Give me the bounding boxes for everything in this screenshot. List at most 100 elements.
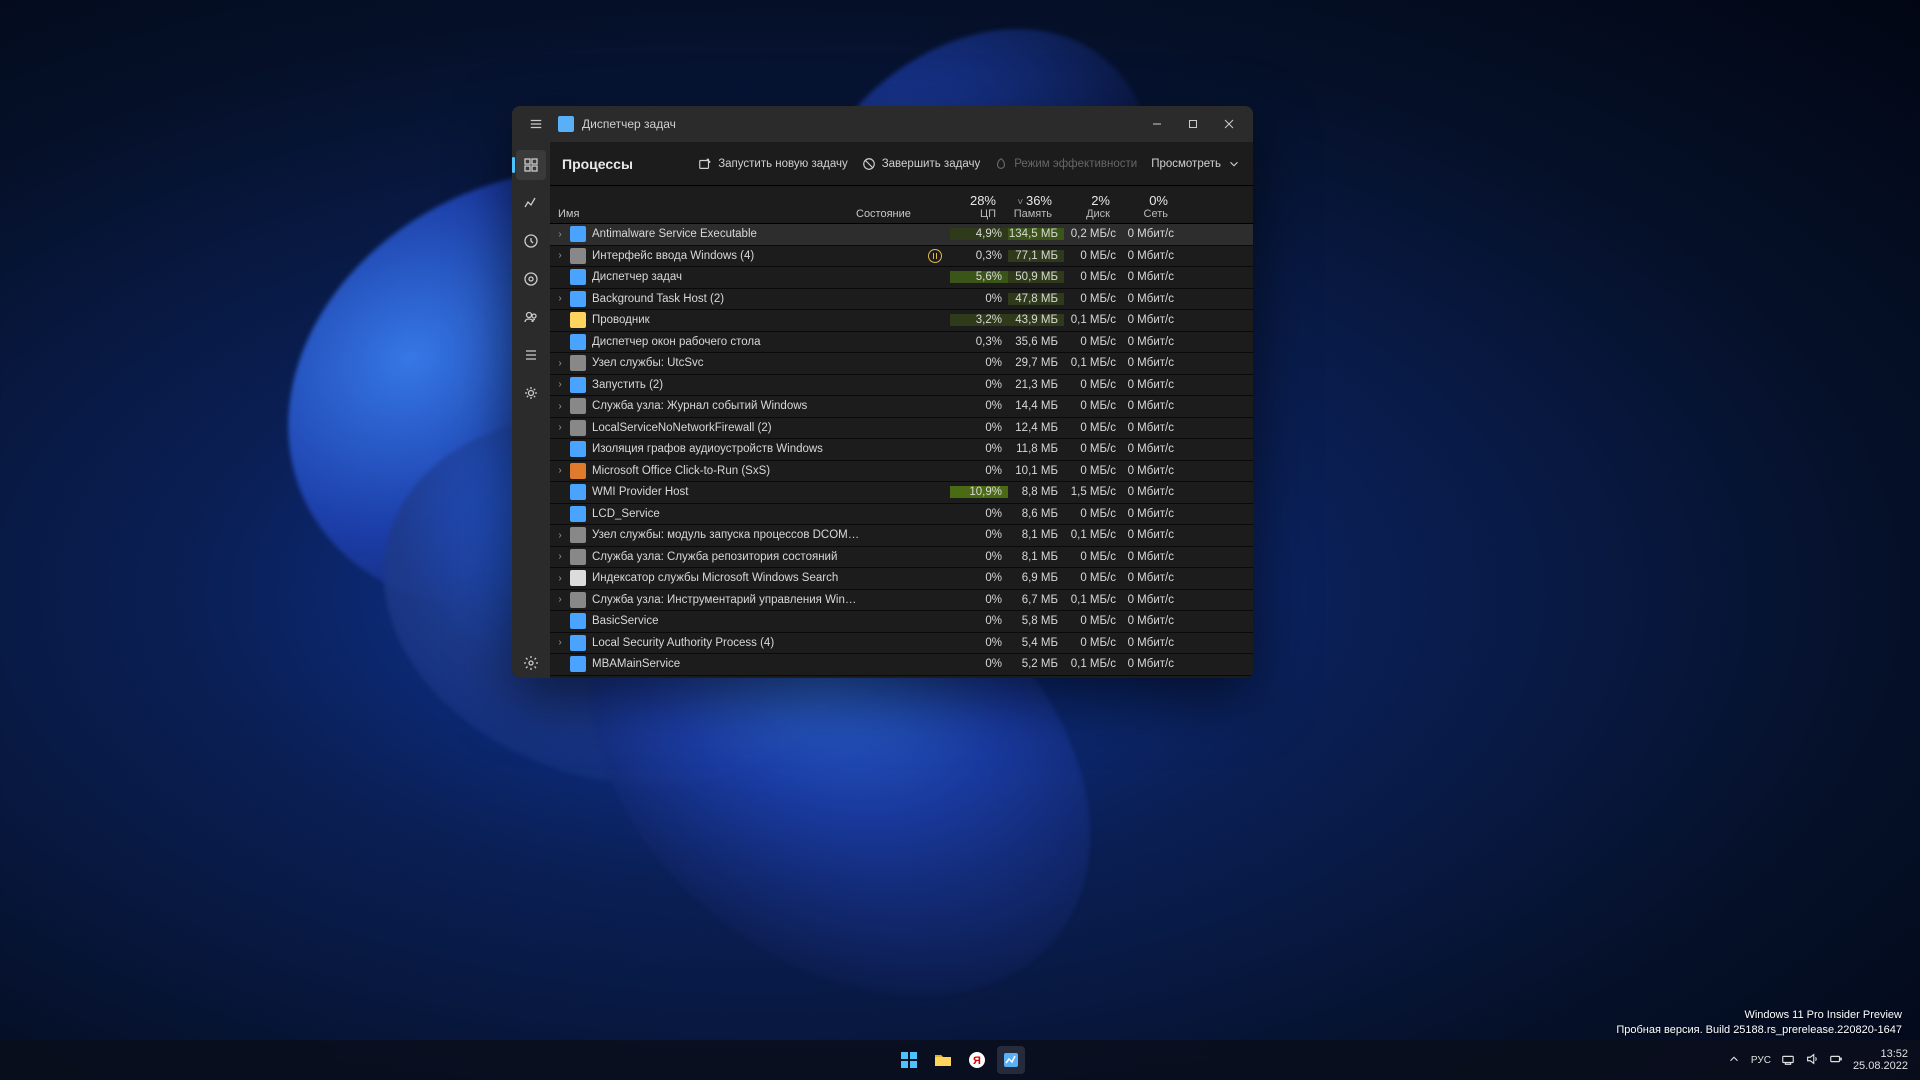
process-row[interactable]: Проводник3,2%43,9 МБ0,1 МБ/с0 Мбит/с (550, 310, 1253, 332)
titlebar[interactable]: Диспетчер задач (512, 106, 1253, 142)
process-name: Диспетчер окон рабочего стола (592, 336, 862, 348)
process-row[interactable]: ›Local Security Authority Process (4)0%5… (550, 633, 1253, 655)
process-name: Изоляция графов аудиоустройств Windows (592, 443, 862, 455)
tray-overflow-button[interactable] (1727, 1052, 1741, 1069)
toolbar: Процессы Запустить новую задачу Завершит… (550, 142, 1253, 186)
process-mem: 6,7 МБ (1008, 594, 1064, 606)
sidebar-services[interactable] (516, 378, 546, 408)
process-row[interactable]: ›Запустить (2)0%21,3 МБ0 МБ/с0 Мбит/с (550, 375, 1253, 397)
process-name: Узел службы: модуль запуска процессов DC… (592, 529, 862, 541)
end-task-button[interactable]: Завершить задачу (862, 157, 980, 171)
process-row[interactable]: ›Antimalware Service Executable4,9%134,5… (550, 224, 1253, 246)
hamburger-menu-button[interactable] (522, 110, 550, 138)
process-row[interactable]: LCD_Service0%8,6 МБ0 МБ/с0 Мбит/с (550, 504, 1253, 526)
sidebar-performance[interactable] (516, 188, 546, 218)
yandex-taskbar-icon[interactable]: Я (963, 1046, 991, 1074)
expand-chevron[interactable]: › (550, 573, 570, 584)
col-disk-header[interactable]: 2%Диск (1058, 194, 1116, 220)
expand-chevron[interactable]: › (550, 465, 570, 476)
process-icon (570, 570, 586, 586)
process-icon (570, 656, 586, 672)
minimize-button[interactable] (1139, 110, 1175, 138)
process-row[interactable]: ›Microsoft Office Click-to-Run (SxS)0%10… (550, 461, 1253, 483)
expand-chevron[interactable]: › (550, 293, 570, 304)
process-icon (570, 269, 586, 285)
process-row[interactable]: ›Индексатор службы Microsoft Windows Sea… (550, 568, 1253, 590)
col-status-header[interactable]: Состояние (856, 208, 944, 220)
sidebar-app-history[interactable] (516, 226, 546, 256)
sidebar-users[interactable] (516, 302, 546, 332)
clock[interactable]: 13:52 25.08.2022 (1853, 1048, 1908, 1072)
process-disk: 0 МБ/с (1064, 250, 1122, 262)
expand-chevron[interactable]: › (550, 379, 570, 390)
expand-chevron[interactable]: › (550, 594, 570, 605)
process-net: 0 Мбит/с (1122, 465, 1180, 477)
process-row[interactable]: ›Background Task Host (2)0%47,8 МБ0 МБ/с… (550, 289, 1253, 311)
process-name: Интерфейс ввода Windows (4) (592, 250, 862, 262)
process-cpu: 0,3% (950, 250, 1008, 262)
process-icon (570, 441, 586, 457)
process-row[interactable]: WMI Provider Host10,9%8,8 МБ1,5 МБ/с0 Мб… (550, 482, 1253, 504)
close-button[interactable] (1211, 110, 1247, 138)
language-indicator[interactable]: РУС (1751, 1055, 1771, 1066)
process-row[interactable]: Изоляция графов аудиоустройств Windows0%… (550, 439, 1253, 461)
expand-chevron[interactable]: › (550, 637, 570, 648)
process-cpu: 3,2% (950, 314, 1008, 326)
sidebar-processes[interactable] (516, 150, 546, 180)
expand-chevron[interactable]: › (550, 358, 570, 369)
clock-date: 25.08.2022 (1853, 1060, 1908, 1072)
process-row[interactable]: Диспетчер окон рабочего стола0,3%35,6 МБ… (550, 332, 1253, 354)
process-icon (570, 312, 586, 328)
desktop-watermark: Windows 11 Pro Insider Preview Пробная в… (1616, 1008, 1902, 1038)
taskbar[interactable]: Я РУС 13:52 25.08.2022 (0, 1040, 1920, 1080)
process-row[interactable]: BasicService0%5,8 МБ0 МБ/с0 Мбит/с (550, 611, 1253, 633)
col-net-header[interactable]: 0%Сеть (1116, 194, 1174, 220)
process-row[interactable]: Диспетчер задач5,6%50,9 МБ0 МБ/с0 Мбит/с (550, 267, 1253, 289)
start-button[interactable] (895, 1046, 923, 1074)
network-icon[interactable] (1781, 1052, 1795, 1069)
process-cpu: 4,9% (950, 228, 1008, 240)
process-row[interactable]: ›LocalServiceNoNetworkFirewall (2)0%12,4… (550, 418, 1253, 440)
process-row[interactable]: ›Служба узла: Журнал событий Windows0%14… (550, 396, 1253, 418)
process-row[interactable]: MBAMainService0%5,2 МБ0,1 МБ/с0 Мбит/с (550, 654, 1253, 676)
process-row[interactable]: ›Интерфейс ввода Windows (4)0,3%77,1 МБ0… (550, 246, 1253, 268)
process-net: 0 Мбит/с (1122, 293, 1180, 305)
process-rows[interactable]: ›Antimalware Service Executable4,9%134,5… (550, 224, 1253, 678)
col-mem-header[interactable]: 36%Память (1002, 194, 1058, 220)
process-row[interactable]: › Узел службы: модуль запуска процессов D… (550, 525, 1253, 547)
view-label: Просмотреть (1151, 158, 1221, 170)
expand-chevron[interactable]: › (550, 530, 570, 541)
efficiency-label: Режим эффективности (1014, 158, 1137, 170)
sidebar-startup[interactable] (516, 264, 546, 294)
process-row[interactable]: ›Служба узла: Инструментарий управления … (550, 590, 1253, 612)
view-menu-button[interactable]: Просмотреть (1151, 157, 1241, 171)
maximize-button[interactable] (1175, 110, 1211, 138)
process-name: Background Task Host (2) (592, 293, 862, 305)
process-mem: 29,7 МБ (1008, 357, 1064, 369)
efficiency-mode-button: Режим эффективности (994, 157, 1137, 171)
col-name-header[interactable]: Имя (550, 208, 856, 220)
process-cpu: 0,3% (950, 336, 1008, 348)
process-icon (570, 506, 586, 522)
new-task-button[interactable]: Запустить новую задачу (698, 157, 848, 171)
process-row[interactable]: ›Узел службы: UtcSvc0%29,7 МБ0,1 МБ/с0 М… (550, 353, 1253, 375)
process-net: 0 Мбит/с (1122, 615, 1180, 627)
expand-chevron[interactable]: › (550, 250, 570, 261)
expand-chevron[interactable]: › (550, 401, 570, 412)
sidebar-details[interactable] (516, 340, 546, 370)
process-name: Microsoft Office Click-to-Run (SxS) (592, 465, 862, 477)
expand-chevron[interactable]: › (550, 229, 570, 240)
task-manager-taskbar-icon[interactable] (997, 1046, 1025, 1074)
process-row[interactable]: ›Узел службы: удаленный вызов процедур (… (550, 676, 1253, 679)
process-mem: 10,1 МБ (1008, 465, 1064, 477)
process-mem: 8,1 МБ (1008, 551, 1064, 563)
volume-icon[interactable] (1805, 1052, 1819, 1069)
process-cpu: 0% (950, 422, 1008, 434)
battery-icon[interactable] (1829, 1052, 1843, 1069)
explorer-taskbar-icon[interactable] (929, 1046, 957, 1074)
sidebar-settings[interactable] (516, 648, 546, 678)
process-row[interactable]: ›Служба узла: Служба репозитория состоян… (550, 547, 1253, 569)
expand-chevron[interactable]: › (550, 551, 570, 562)
expand-chevron[interactable]: › (550, 422, 570, 433)
col-cpu-header[interactable]: 28%ЦП (944, 194, 1002, 220)
